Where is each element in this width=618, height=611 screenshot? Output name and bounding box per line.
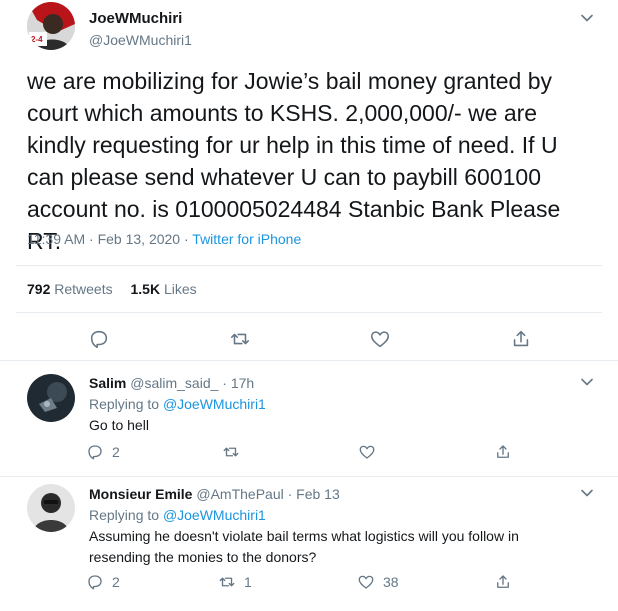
likes-label: Likes — [163, 281, 197, 297]
reply-time[interactable]: Feb 13 — [296, 486, 340, 502]
like-button[interactable] — [358, 443, 376, 461]
share-button[interactable] — [494, 573, 512, 591]
reply-button[interactable] — [88, 328, 110, 350]
replying-to-handle[interactable]: @JoeWMuchiri1 — [163, 507, 266, 523]
divider — [16, 265, 602, 266]
likes-stat[interactable]: 1.5K Likes — [131, 281, 197, 297]
reply-header: Salim @salim_said_ · 17h — [89, 375, 254, 391]
avatar-image-icon — [27, 484, 75, 532]
retweets-label: Retweets — [54, 281, 113, 297]
like-button[interactable]: 38 — [357, 573, 399, 591]
like-button[interactable] — [369, 328, 391, 350]
retweet-button[interactable]: 1 — [218, 573, 252, 591]
replying-to-label: Replying to — [89, 396, 160, 412]
retweets-count: 792 — [27, 281, 51, 297]
retweet-button[interactable] — [229, 328, 251, 350]
avatar-image-icon: 2-4 — [27, 2, 75, 50]
tweet-time[interactable]: 11:39 AM — [27, 231, 85, 247]
avatar-image-icon — [27, 374, 75, 422]
divider — [16, 312, 602, 313]
reply-author-handle[interactable]: @salim_said_ — [130, 375, 218, 391]
chevron-down-icon[interactable] — [580, 375, 594, 389]
reply-avatar[interactable] — [27, 484, 75, 532]
replying-to-handle[interactable]: @JoeWMuchiri1 — [163, 396, 266, 412]
chevron-down-icon[interactable] — [580, 486, 594, 500]
reply-text: Go to hell — [89, 417, 149, 433]
heart-icon — [359, 445, 375, 459]
header-separator: · — [222, 375, 231, 391]
main-tweet: 2-4 JoeWMuchiri @JoeWMuchiri1 we are mob… — [0, 0, 618, 360]
author-avatar[interactable]: 2-4 — [27, 2, 75, 50]
retweet-icon — [219, 577, 235, 587]
retweet-icon — [230, 333, 250, 345]
likes-count: 1.5K — [130, 281, 161, 297]
share-button[interactable] — [494, 443, 512, 461]
retweets-stat[interactable]: 792 Retweets — [27, 281, 113, 297]
retweet-button[interactable] — [222, 443, 240, 461]
retweet-count: 1 — [244, 574, 252, 590]
tweet-stats: 792 Retweets 1.5K Likes — [27, 281, 197, 297]
reply-button[interactable]: 2 — [86, 443, 120, 461]
share-icon — [513, 330, 529, 347]
comment-icon — [88, 445, 102, 460]
author-handle[interactable]: @JoeWMuchiri1 — [89, 32, 192, 48]
reply-count: 2 — [112, 444, 120, 460]
reply-button[interactable]: 2 — [86, 573, 120, 591]
heart-icon — [370, 331, 390, 348]
chevron-down-icon[interactable] — [580, 11, 594, 25]
header-separator: · — [287, 486, 297, 502]
divider — [0, 360, 618, 361]
share-icon — [497, 445, 509, 458]
tweet-meta: 11:39 AM · Feb 13, 2020 · Twitter for iP… — [27, 231, 301, 247]
share-button[interactable] — [510, 328, 532, 350]
replying-to-label: Replying to — [89, 507, 160, 523]
replying-to-line: Replying to @JoeWMuchiri1 — [89, 396, 266, 412]
divider — [0, 476, 618, 477]
svg-text:2-4: 2-4 — [31, 35, 43, 44]
meta-separator: · — [89, 231, 98, 247]
reply-author-name[interactable]: Monsieur Emile — [89, 486, 192, 502]
retweet-icon — [223, 447, 239, 457]
replying-to-line: Replying to @JoeWMuchiri1 — [89, 507, 266, 523]
comment-icon — [88, 575, 102, 590]
author-name[interactable]: JoeWMuchiri — [89, 10, 182, 27]
tweet-date[interactable]: Feb 13, 2020 — [98, 231, 181, 247]
tweet-actions — [0, 325, 618, 355]
reply-count: 2 — [112, 574, 120, 590]
heart-icon — [358, 575, 374, 589]
like-count: 38 — [383, 574, 399, 590]
reply-author-handle[interactable]: @AmThePaul — [196, 486, 283, 502]
tweet-text: we are mobilizing for Jowie’s bail money… — [27, 68, 561, 254]
reply-time[interactable]: 17h — [231, 375, 254, 391]
share-icon — [497, 575, 509, 588]
reply-author-name[interactable]: Salim — [89, 375, 126, 391]
reply-header: Monsieur Emile @AmThePaul · Feb 13 — [89, 486, 340, 502]
reply-avatar[interactable] — [27, 374, 75, 422]
comment-icon — [90, 330, 108, 349]
reply-text: Assuming he doesn't violate bail terms w… — [89, 528, 519, 565]
tweet-source[interactable]: Twitter for iPhone — [192, 231, 301, 247]
